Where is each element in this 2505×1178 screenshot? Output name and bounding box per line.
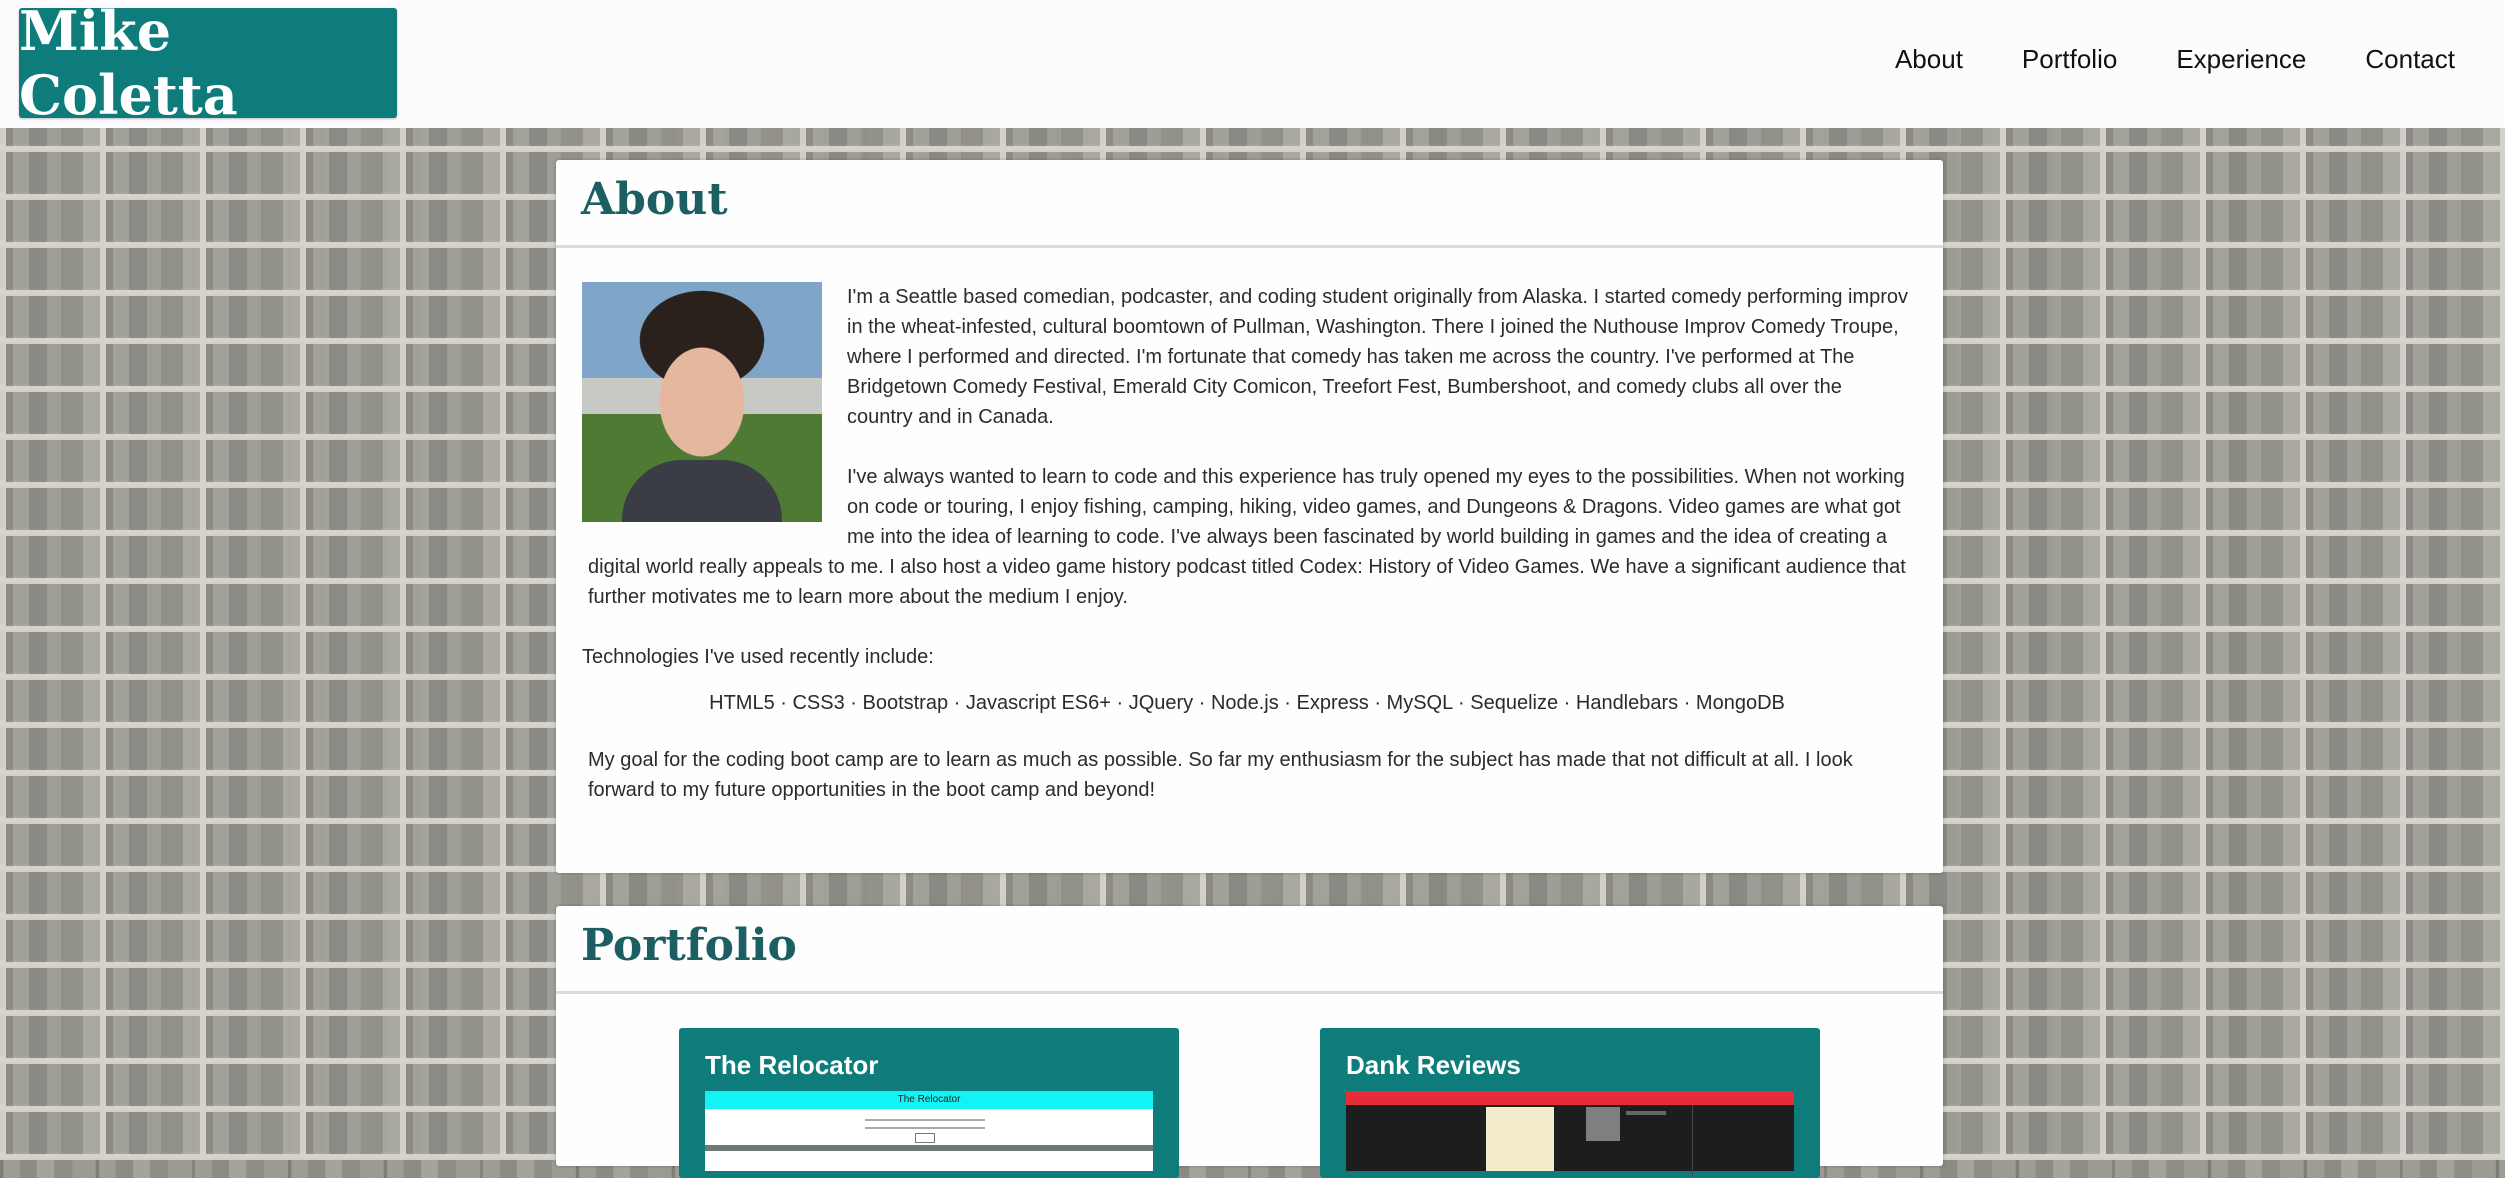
nav-portfolio[interactable]: Portfolio xyxy=(2022,44,2117,75)
goal-paragraph: My goal for the coding boot camp are to … xyxy=(588,749,1853,801)
portfolio-title: Portfolio xyxy=(581,920,797,971)
brand-logo[interactable]: Mike Coletta xyxy=(19,0,397,127)
screenshot-strip xyxy=(705,1145,1153,1151)
site-header: Mike Coletta About Portfolio Experience … xyxy=(0,0,2505,128)
tech-intro: Technologies I've used recently include: xyxy=(582,646,934,668)
screenshot-input xyxy=(865,1119,985,1121)
screenshot-divider xyxy=(1692,1105,1693,1175)
nav-about[interactable]: About xyxy=(1895,44,1963,75)
portfolio-card: Portfolio The Relocator The Relocator Da… xyxy=(556,906,1943,1178)
screenshot-text xyxy=(1626,1111,1666,1115)
project-grid: The Relocator The Relocator Dank Reviews xyxy=(679,1028,1820,1178)
about-body: I'm a Seattle based comedian, podcaster,… xyxy=(556,248,1943,805)
screenshot-header: The Relocator xyxy=(705,1091,1153,1109)
project-title: The Relocator xyxy=(705,1050,879,1080)
nav-contact[interactable]: Contact xyxy=(2365,44,2455,75)
tech-list: HTML5 · CSS3 · Bootstrap · Javascript ES… xyxy=(709,692,1785,714)
about-header: About xyxy=(556,160,1943,248)
project-card-relocator[interactable]: The Relocator The Relocator xyxy=(679,1028,1179,1178)
screenshot-button xyxy=(915,1133,935,1143)
about-title: About xyxy=(581,174,728,225)
about-card: About I'm a Seattle based comedian, podc… xyxy=(556,160,1943,873)
project-screenshot[interactable]: The Relocator xyxy=(705,1091,1153,1171)
portfolio-header: Portfolio xyxy=(556,906,1943,994)
screenshot-tile xyxy=(1586,1107,1620,1141)
screenshot-tile xyxy=(1486,1107,1554,1171)
profile-photo xyxy=(582,282,822,522)
project-card-dank-reviews[interactable]: Dank Reviews xyxy=(1320,1028,1820,1178)
nav-experience[interactable]: Experience xyxy=(2176,44,2306,75)
main-nav: About Portfolio Experience Contact xyxy=(1836,44,2455,75)
project-screenshot[interactable] xyxy=(1346,1091,1794,1175)
screenshot-input xyxy=(865,1127,985,1129)
screenshot-navbar xyxy=(1346,1091,1794,1105)
brand-name: Mike Coletta xyxy=(19,0,238,127)
project-title: Dank Reviews xyxy=(1346,1050,1521,1080)
